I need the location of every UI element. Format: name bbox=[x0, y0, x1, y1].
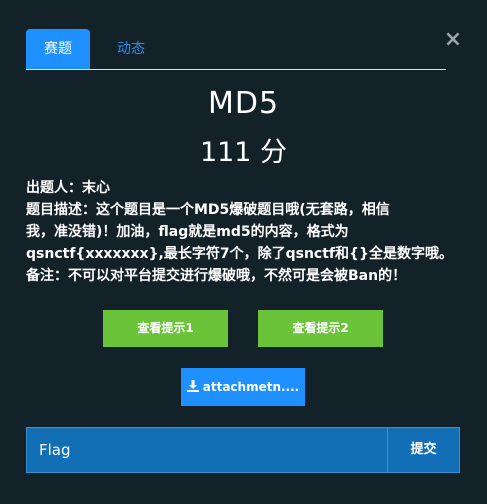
challenge-description: 出题人：末心 题目描述：这个题目是一个MD5爆破题目哦(无套路，相信 我，准没错… bbox=[26, 177, 466, 287]
challenge-points: 111 分 bbox=[199, 137, 288, 168]
hint-2-button[interactable]: 查看提示2 bbox=[258, 310, 383, 347]
close-icon[interactable]: × bbox=[443, 29, 463, 51]
author-line: 出题人：末心 bbox=[26, 180, 110, 196]
description-line: 题目描述：这个题目是一个MD5爆破题目哦(无套路，相信 bbox=[26, 202, 390, 218]
attachment-download-button[interactable]: attachmetn.... bbox=[181, 368, 305, 406]
attachment-label: attachmetn.... bbox=[202, 380, 300, 394]
hint-1-button[interactable]: 查看提示1 bbox=[103, 310, 228, 347]
tab-activity[interactable]: 动态 bbox=[106, 29, 156, 69]
challenge-title: MD5 bbox=[207, 86, 280, 121]
submit-button[interactable]: 提交 bbox=[387, 427, 460, 473]
tab-bar: 赛题 动态 bbox=[26, 29, 446, 70]
description-line: 我，准没错)！加油，flag就是md5的内容，格式为 bbox=[26, 224, 349, 240]
flag-input[interactable] bbox=[26, 427, 387, 473]
download-icon bbox=[186, 380, 199, 392]
description-line: qsnctf{xxxxxxx},最长字符7个，除了qsnctf和{}全是数字哦。 bbox=[26, 246, 453, 262]
tab-challenge[interactable]: 赛题 bbox=[26, 29, 90, 69]
description-line: 备注：不可以对平台提交进行爆破哦，不然可是会被Ban的！ bbox=[26, 268, 407, 284]
